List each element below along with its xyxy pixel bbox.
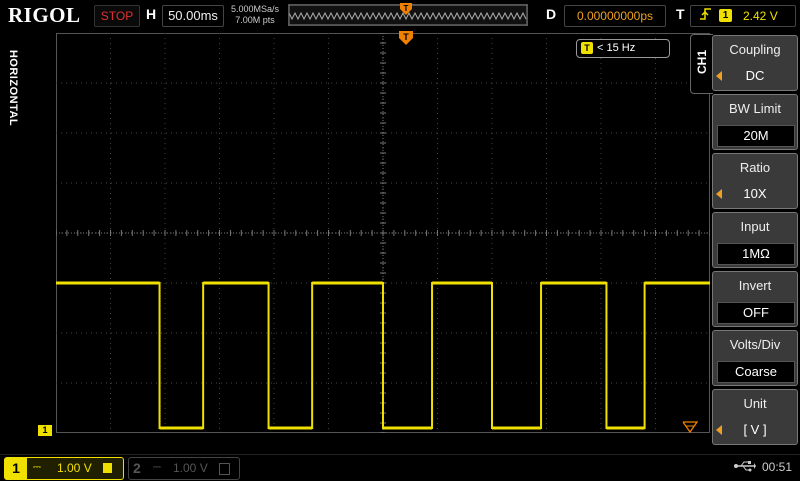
counter-trigger-badge: T (581, 42, 593, 54)
trigger-position-marker-icon: T (398, 30, 414, 48)
ch1-ground-marker[interactable]: 1 (38, 425, 52, 436)
dc-coupling-icon: ⎓ (33, 462, 41, 473)
menu-volts-div-value: Coarse (717, 361, 795, 383)
menu-coupling[interactable]: Coupling DC (712, 35, 798, 91)
acquisition-info: 5.000MSa/s 7.00M pts (226, 4, 284, 26)
dc-coupling-icon: ⎓ (153, 462, 161, 473)
graticule (55, 32, 711, 434)
ch2-scale: 1.00 V (173, 461, 208, 475)
svg-text:T: T (403, 32, 409, 42)
menu-ratio[interactable]: Ratio 10X (712, 153, 798, 209)
menu-ratio-value: 10X (743, 186, 767, 201)
timebase-readout[interactable]: 50.00ms (162, 5, 224, 27)
menu-invert[interactable]: Invert OFF (712, 271, 798, 327)
menu-bw-limit[interactable]: BW Limit 20M (712, 94, 798, 150)
ch1-scale: 1.00 V (57, 461, 92, 475)
bottom-status-bar: 1 ⎓ 1.00 V 2 ⎓ 1.00 V 00:51 (0, 454, 800, 481)
menu-bw-limit-value: 20M (717, 125, 795, 147)
menu-input-value: 1MΩ (717, 243, 795, 265)
menu-input[interactable]: Input 1MΩ (712, 212, 798, 268)
delay-label: D (546, 6, 557, 22)
menu-invert-value: OFF (717, 302, 795, 324)
trigger-label: T (676, 6, 685, 22)
svg-text:T: T (404, 4, 409, 13)
top-status-bar: RIGOL STOP H 50.00ms 5.000MSa/s 7.00M pt… (0, 0, 800, 30)
frequency-value: < 15 Hz (597, 42, 636, 54)
trigger-position-icon: T (400, 3, 412, 15)
ch1-waveform-trace (56, 282, 710, 429)
menu-unit-value: [ V ] (743, 422, 767, 437)
bandwidth-limit-icon (103, 463, 112, 473)
memory-overview: T (288, 3, 528, 26)
horizontal-label: H (146, 6, 157, 22)
horizontal-side-label: HORIZONTAL (0, 34, 22, 152)
menu-unit[interactable]: Unit [ V ] (712, 389, 798, 445)
menu-bw-limit-title: BW Limit (729, 101, 781, 116)
ch2-scale-chip[interactable]: 2 ⎓ 1.00 V (128, 457, 240, 480)
trigger-level-marker-icon (682, 420, 699, 439)
trigger-level: 2.42 V (743, 9, 778, 23)
channel-tab-label: CH1 (695, 50, 709, 75)
frequency-counter: T < 15 Hz (576, 39, 670, 58)
channel-tab[interactable]: CH1 (690, 34, 713, 94)
menu-volts-div[interactable]: Volts/Div Coarse (712, 330, 798, 386)
horizontal-text: HORIZONTAL (7, 49, 19, 127)
brand-logo: RIGOL (8, 3, 81, 27)
ch1-scale-chip[interactable]: 1 ⎓ 1.00 V (4, 457, 124, 480)
sample-rate: 5.000MSa/s (230, 4, 280, 14)
delay-readout[interactable]: 0.00000000ps (564, 5, 666, 27)
clock: 00:51 (762, 460, 793, 474)
usb-icon (734, 460, 756, 475)
waveform-display[interactable] (55, 32, 711, 434)
trigger-source-badge: 1 (719, 9, 732, 22)
ch2-number: 2 (133, 460, 141, 476)
memory-depth: 7.00M pts (235, 15, 275, 25)
trigger-readout[interactable]: 1 2.42 V (690, 5, 796, 27)
menu-ratio-title: Ratio (739, 160, 771, 175)
ch1-number: 1 (5, 458, 27, 479)
menu-input-title: Input (740, 219, 770, 234)
menu-unit-title: Unit (743, 396, 767, 411)
menu-coupling-value: DC (745, 68, 765, 83)
menu-volts-div-title: Volts/Div (729, 337, 781, 352)
bandwidth-limit-icon (219, 463, 230, 475)
menu-coupling-title: Coupling (729, 42, 781, 57)
run-stop-status[interactable]: STOP (94, 5, 140, 27)
menu-invert-title: Invert (738, 278, 772, 293)
rising-edge-icon (699, 6, 713, 28)
